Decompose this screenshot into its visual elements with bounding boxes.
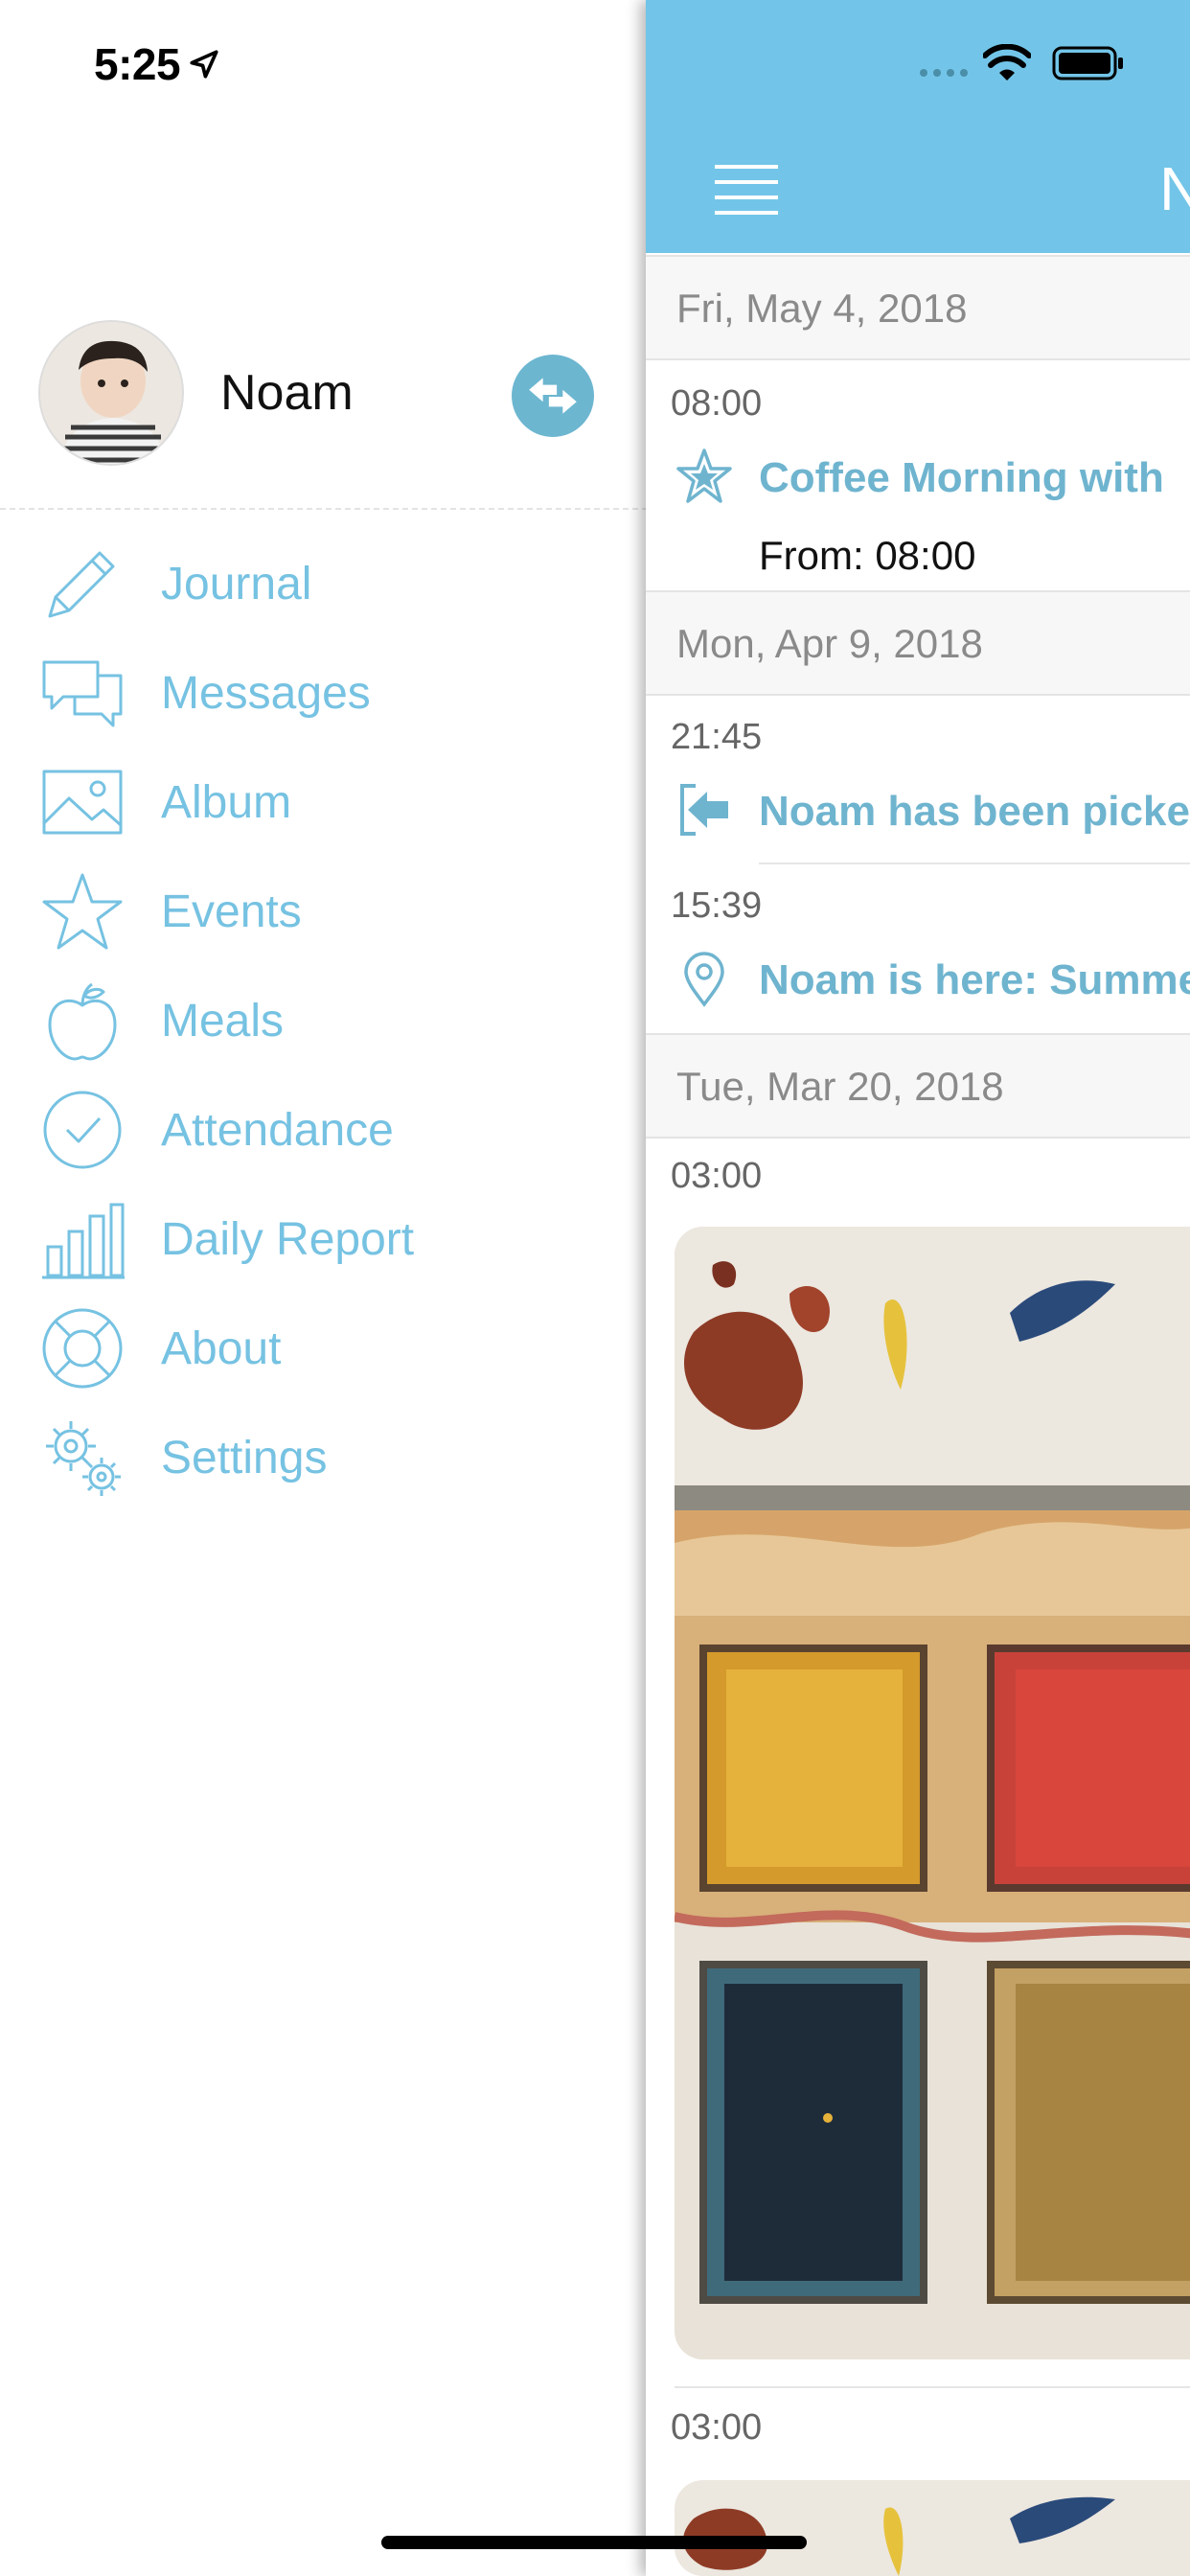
pencil-icon: [38, 540, 126, 628]
battery-icon: [1052, 46, 1123, 80]
event-subtitle: From: 08:00: [759, 533, 976, 578]
menu-item-daily-report[interactable]: Daily Report: [0, 1184, 648, 1294]
lifebuoy-icon: [38, 1304, 126, 1392]
menu-item-about[interactable]: About: [0, 1294, 648, 1403]
menu-label-messages: Messages: [161, 667, 371, 719]
location-title[interactable]: Noam is here: Summe: [759, 956, 1190, 1004]
menu-item-messages[interactable]: Messages: [0, 638, 648, 748]
event-title[interactable]: Coffee Morning with: [759, 454, 1164, 502]
entry-time: 03:00: [671, 2407, 763, 2448]
chat-bubbles-icon: [38, 649, 126, 737]
status-time: 5:25: [94, 38, 220, 90]
date-header-text: Mon, Apr 9, 2018: [676, 621, 983, 666]
watercolor-palette-image: [675, 2480, 1190, 2576]
entry-time: 03:00: [671, 1156, 763, 1196]
profile-name: Noam: [220, 365, 354, 421]
menu-item-meals[interactable]: Meals: [0, 966, 648, 1075]
star-icon: [38, 867, 126, 955]
date-header: Fri, May 4, 2018: [646, 255, 1190, 360]
location-arrow-icon: [190, 50, 218, 79]
date-header-text: Fri, May 4, 2018: [676, 286, 968, 331]
menu-label-journal: Journal: [161, 558, 312, 610]
menu-label-attendance: Attendance: [161, 1104, 394, 1156]
top-navbar: N: [646, 0, 1190, 253]
swap-arrows-icon: [529, 378, 577, 414]
entry-time: 21:45: [671, 717, 763, 757]
switch-child-button[interactable]: [512, 355, 594, 437]
menu-item-journal[interactable]: Journal: [0, 529, 648, 638]
menu-label-events: Events: [161, 886, 302, 937]
menu-item-settings[interactable]: Settings: [0, 1403, 648, 1512]
entry-separator: [675, 2386, 1190, 2388]
child-photo-icon: [40, 322, 182, 464]
menu-item-attendance[interactable]: Attendance: [0, 1075, 648, 1184]
cellular-signal-icon: [920, 69, 968, 77]
date-header: Tue, Mar 20, 2018: [646, 1033, 1190, 1138]
entry-separator: [759, 862, 1190, 864]
menu-item-album[interactable]: Album: [0, 748, 648, 857]
album-photo[interactable]: [675, 2480, 1190, 2576]
hamburger-menu-icon[interactable]: [715, 163, 778, 217]
image-icon: [38, 758, 126, 846]
location-pin-icon: [684, 952, 724, 1007]
menu-label-daily-report: Daily Report: [161, 1213, 415, 1265]
gears-icon: [38, 1414, 126, 1502]
bar-chart-icon: [38, 1195, 126, 1283]
menu-label-meals: Meals: [161, 995, 285, 1046]
wifi-icon: [983, 44, 1031, 80]
menu-item-events[interactable]: Events: [0, 857, 648, 966]
entry-time: 15:39: [671, 886, 763, 926]
album-photo[interactable]: [675, 1227, 1190, 2359]
status-time-text: 5:25: [94, 39, 181, 89]
check-circle-icon: [38, 1086, 126, 1174]
avatar[interactable]: [38, 320, 184, 466]
apple-icon: [38, 977, 126, 1065]
pickup-title[interactable]: Noam has been picke: [759, 788, 1190, 836]
sign-out-icon: [680, 784, 728, 836]
menu-label-about: About: [161, 1322, 282, 1374]
star-icon: [676, 448, 732, 503]
watercolor-palette-image: [675, 1227, 1190, 2359]
profile-header: Noam: [38, 320, 613, 466]
menu-label-settings: Settings: [161, 1432, 328, 1484]
menu-divider: [0, 508, 648, 510]
menu-list: Journal Messages Album Events Meals Atte…: [0, 529, 648, 1512]
menu-label-album: Album: [161, 776, 292, 828]
main-panel: N Fri, May 4, 2018 08:00 Coffee Morning …: [646, 0, 1190, 2576]
date-header: Mon, Apr 9, 2018: [646, 590, 1190, 696]
home-indicator: [381, 2536, 807, 2549]
navbar-title: N: [1159, 154, 1190, 223]
date-header-text: Tue, Mar 20, 2018: [676, 1064, 1004, 1109]
side-menu: 5:25 Noam Journal Messages Album Events …: [0, 0, 648, 2576]
entry-time: 08:00: [671, 383, 763, 424]
